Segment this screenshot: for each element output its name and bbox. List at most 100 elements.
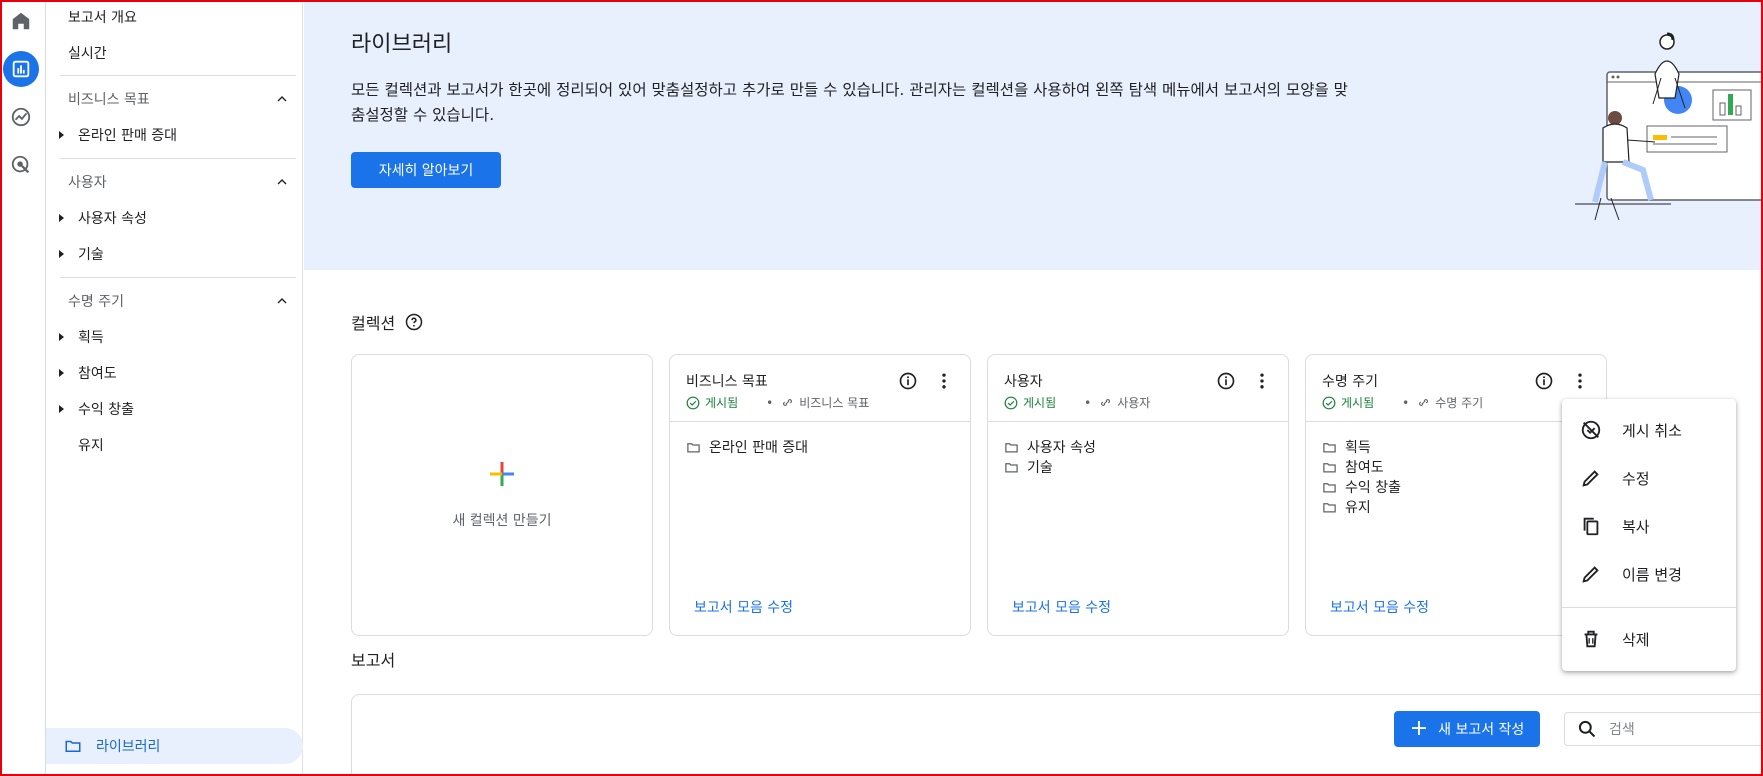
status-label: 게시됨 bbox=[705, 396, 739, 410]
card-report-list: 사용자 속성 기술 bbox=[1004, 437, 1096, 477]
sidebar-item-acquisition[interactable]: 획득 bbox=[59, 327, 104, 347]
edit-collection-link[interactable]: 보고서 모음 수정 bbox=[1012, 597, 1111, 617]
page-description: 모든 컬렉션과 보고서가 한곳에 정리되어 있어 맞춤설정하고 추가로 만들 수… bbox=[351, 81, 1348, 124]
sidebar-item-monetization[interactable]: 수익 창출 bbox=[59, 399, 134, 419]
reports-icon[interactable] bbox=[3, 51, 39, 87]
link-icon bbox=[1419, 399, 1429, 406]
search-input[interactable]: 검색 bbox=[1564, 712, 1763, 746]
published-status: 게시됨 bbox=[686, 394, 738, 411]
info-icon[interactable] bbox=[1216, 371, 1236, 391]
menu-item-edit[interactable]: 수정 bbox=[1562, 458, 1736, 498]
new-collection-card[interactable]: 새 컬렉션 만들기 bbox=[351, 354, 653, 636]
divider bbox=[60, 277, 296, 278]
sidebar-section-business-goals[interactable]: 비즈니스 목표 bbox=[68, 89, 290, 109]
menu-item-copy[interactable]: 복사 bbox=[1562, 506, 1736, 546]
more-vert-icon[interactable] bbox=[1252, 371, 1272, 391]
help-icon[interactable] bbox=[405, 313, 423, 331]
section-title: 수명 주기 bbox=[68, 294, 124, 310]
page-title: 라이브러리 bbox=[351, 32, 453, 57]
new-collection-label: 새 컬렉션 만들기 bbox=[452, 513, 552, 529]
list-item: 참여도 bbox=[1322, 457, 1401, 477]
info-icon[interactable] bbox=[1534, 371, 1554, 391]
folder-icon bbox=[687, 442, 700, 452]
card-meta: 게시됨 • 사용자 bbox=[1004, 394, 1150, 411]
more-vert-icon[interactable] bbox=[1570, 371, 1590, 391]
sidebar-item-overview[interactable]: 보고서 개요 bbox=[68, 7, 137, 27]
sidebar-section-user[interactable]: 사용자 bbox=[68, 172, 290, 192]
list-item-label: 온라인 판매 증대 bbox=[709, 440, 809, 456]
menu-item-label: 게시 취소 bbox=[1622, 421, 1682, 440]
list-item-label: 사용자 속성 bbox=[1027, 440, 1096, 456]
list-item-label: 유지 bbox=[1345, 500, 1371, 516]
status-label: 게시됨 bbox=[1023, 396, 1057, 410]
search-placeholder: 검색 bbox=[1609, 722, 1635, 738]
chevron-up-icon bbox=[277, 298, 287, 304]
new-report-button[interactable]: + 새 보고서 작성 bbox=[1394, 711, 1540, 747]
sidebar-item-library[interactable]: 라이브러리 bbox=[46, 728, 303, 764]
explore-icon[interactable] bbox=[3, 99, 39, 135]
folder-icon bbox=[1323, 462, 1336, 472]
expand-arrow-icon bbox=[59, 131, 64, 139]
list-item-label: 참여도 bbox=[1345, 460, 1384, 476]
menu-item-rename[interactable]: 이름 변경 bbox=[1562, 554, 1736, 594]
menu-item-label: 이름 변경 bbox=[1622, 565, 1682, 584]
copy-icon bbox=[1583, 517, 1599, 536]
sidebar-item-label: 수익 창출 bbox=[78, 402, 134, 418]
advertising-icon[interactable] bbox=[3, 147, 39, 183]
more-vert-icon[interactable] bbox=[934, 371, 954, 391]
divider bbox=[60, 158, 296, 159]
expand-arrow-icon bbox=[59, 214, 64, 222]
reports-heading: 보고서 bbox=[351, 647, 395, 671]
collection-card-user: 사용자 게시됨 • 사용자 사용자 속성 기술 보고서 모음 수정 bbox=[987, 354, 1289, 636]
expand-arrow-icon bbox=[59, 369, 64, 377]
sidebar-item-retention[interactable]: 유지 bbox=[59, 435, 104, 455]
library-hero: 라이브러리 모든 컬렉션과 보고서가 한곳에 정리되어 있어 맞춤설정하고 추가… bbox=[304, 0, 1763, 270]
edit-collection-link[interactable]: 보고서 모음 수정 bbox=[694, 597, 793, 617]
reports-title: 보고서 bbox=[351, 651, 396, 670]
sidebar-item-tech[interactable]: 기술 bbox=[59, 244, 104, 264]
check-circle-icon bbox=[1322, 396, 1336, 409]
edit-collection-link[interactable]: 보고서 모음 수정 bbox=[1330, 597, 1429, 617]
divider bbox=[60, 75, 296, 76]
list-item: 온라인 판매 증대 bbox=[686, 437, 808, 457]
sidebar-item-label: 라이브러리 bbox=[96, 739, 161, 755]
divider bbox=[670, 421, 970, 422]
sidebar-item-user-attributes[interactable]: 사용자 속성 bbox=[59, 208, 147, 228]
learn-more-button[interactable]: 자세히 알아보기 bbox=[351, 152, 501, 188]
home-icon[interactable] bbox=[3, 3, 39, 39]
section-title: 비즈니스 목표 bbox=[68, 92, 150, 108]
sidebar-item-realtime[interactable]: 실시간 bbox=[68, 43, 107, 63]
menu-item-label: 복사 bbox=[1622, 517, 1650, 536]
published-status: 게시됨 bbox=[1322, 394, 1374, 411]
card-report-list: 온라인 판매 증대 bbox=[686, 437, 808, 457]
pencil-icon bbox=[1582, 470, 1599, 487]
divider bbox=[1306, 421, 1606, 422]
unpublish-icon bbox=[1581, 420, 1601, 440]
info-icon[interactable] bbox=[898, 371, 918, 391]
plus-icon bbox=[490, 462, 514, 486]
list-item: 유지 bbox=[1322, 497, 1401, 517]
sidebar-item-online-sales[interactable]: 온라인 판매 증대 bbox=[59, 125, 177, 145]
list-item: 획득 bbox=[1322, 437, 1401, 457]
chevron-up-icon bbox=[277, 96, 287, 102]
list-item-label: 기술 bbox=[1027, 460, 1053, 476]
list-item: 사용자 속성 bbox=[1004, 437, 1096, 457]
check-circle-icon bbox=[1004, 396, 1018, 409]
card-title: 수명 주기 bbox=[1322, 374, 1378, 390]
folder-icon bbox=[65, 740, 81, 752]
library-illustration bbox=[1575, 32, 1763, 221]
template-source: 수명 주기 bbox=[1417, 394, 1483, 411]
menu-item-unpublish[interactable]: 게시 취소 bbox=[1562, 410, 1736, 450]
folder-icon bbox=[1323, 482, 1336, 492]
card-report-list: 획득 참여도 수익 창출 유지 bbox=[1322, 437, 1401, 517]
sidebar-section-lifecycle[interactable]: 수명 주기 bbox=[68, 291, 290, 311]
folder-icon bbox=[1323, 502, 1336, 512]
list-item: 기술 bbox=[1004, 457, 1096, 477]
menu-item-delete[interactable]: 삭제 bbox=[1562, 619, 1736, 659]
folder-icon bbox=[1323, 442, 1336, 452]
status-label: 게시됨 bbox=[1341, 396, 1375, 410]
card-title: 사용자 bbox=[1004, 374, 1043, 390]
section-title: 사용자 bbox=[68, 175, 107, 191]
sidebar-item-engagement[interactable]: 참여도 bbox=[59, 363, 117, 383]
trash-icon bbox=[1584, 630, 1598, 648]
